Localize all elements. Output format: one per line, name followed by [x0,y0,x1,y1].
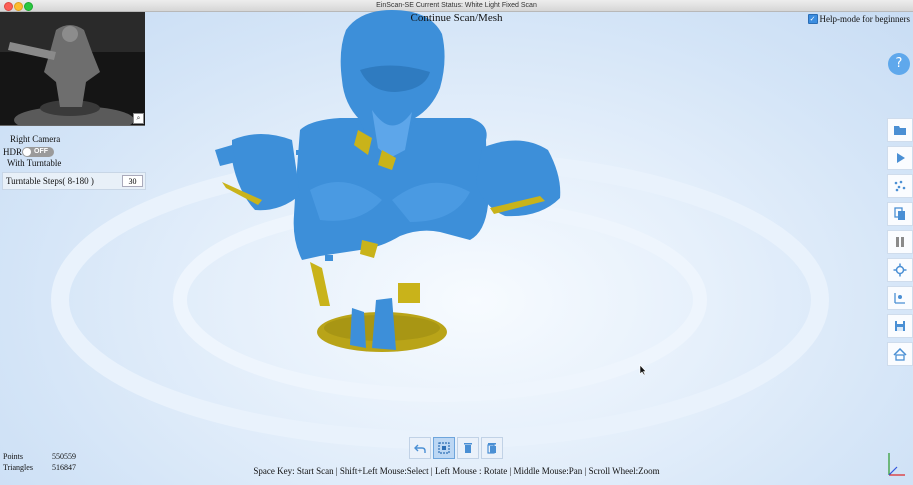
align-button[interactable] [887,286,913,310]
copy-button[interactable] [887,202,913,226]
question-icon[interactable]: ? [888,53,910,75]
camera-label: Right Camera [10,134,61,144]
pause-icon [896,237,904,247]
camera-preview: ⌕ [0,12,145,126]
delete-all-icon [487,443,496,454]
save-icon [895,321,905,331]
help-mode-checkbox[interactable]: ✓ Help-mode for beginners [807,14,910,24]
save-button[interactable] [887,314,913,338]
home-button[interactable] [887,342,913,366]
delete-icon [464,443,472,453]
delete-all-button[interactable] [481,437,503,459]
hdr-label: HDR [3,147,23,157]
turntable-steps-label: Turntable Steps( 8-180 ) [6,176,94,186]
undo-icon [414,444,426,453]
select-fit-icon [438,442,450,454]
turntable-steps-input[interactable] [122,175,143,187]
hdr-toggle[interactable]: OFF [22,147,54,157]
points-value: 550559 [52,452,76,461]
play-icon [897,153,905,163]
align-icon [894,293,905,304]
home-icon [893,347,907,361]
select-fit-button[interactable] [433,437,455,459]
help-mode-label: Help-mode for beginners [819,14,910,24]
check-icon: ✓ [807,14,818,24]
delete-button[interactable] [457,437,479,459]
copy-icon [894,207,905,220]
pause-button[interactable] [887,230,913,254]
turntable-option[interactable]: With Turntable [3,158,61,168]
folder-open-icon [894,126,906,135]
axis-indicator [888,453,905,476]
settings-button[interactable] [887,258,913,282]
open-project-button[interactable] [887,118,913,142]
toggle-knob-icon [23,148,31,156]
shortcut-hint: Space Key: Start Scan | Shift+Left Mouse… [253,466,660,476]
undo-button[interactable] [409,437,431,459]
hdr-state: OFF [34,148,48,155]
points-label: Points [3,452,24,461]
mouse-pointer-icon [639,364,647,376]
left-arm-mesh [232,134,300,211]
zoom-icon[interactable]: ⌕ [133,113,144,124]
camera-preview-image [0,12,145,125]
settings-icon [893,263,907,277]
start-scan-button[interactable] [887,146,913,170]
point-cloud-button[interactable] [887,174,913,198]
scatter-icon [894,180,906,192]
turntable-label: With Turntable [7,158,62,168]
edit-toolbar [409,437,503,459]
